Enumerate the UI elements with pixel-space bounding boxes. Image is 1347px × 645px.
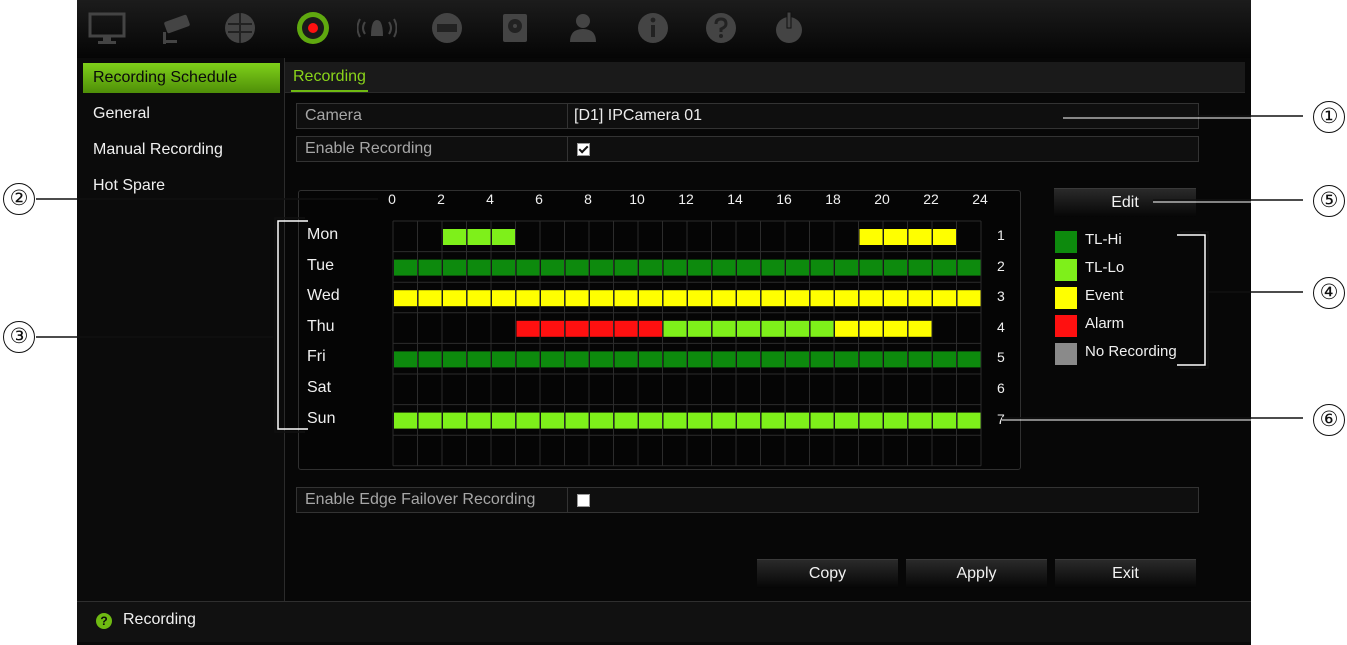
callout-4: ④ — [1313, 277, 1345, 309]
callout-3: ③ — [3, 321, 35, 353]
callout-1: ① — [1313, 101, 1345, 133]
callout-5: ⑤ — [1313, 185, 1345, 217]
callout-lines — [36, 115, 1303, 433]
callout-2: ② — [3, 183, 35, 215]
callout-6: ⑥ — [1313, 404, 1345, 436]
